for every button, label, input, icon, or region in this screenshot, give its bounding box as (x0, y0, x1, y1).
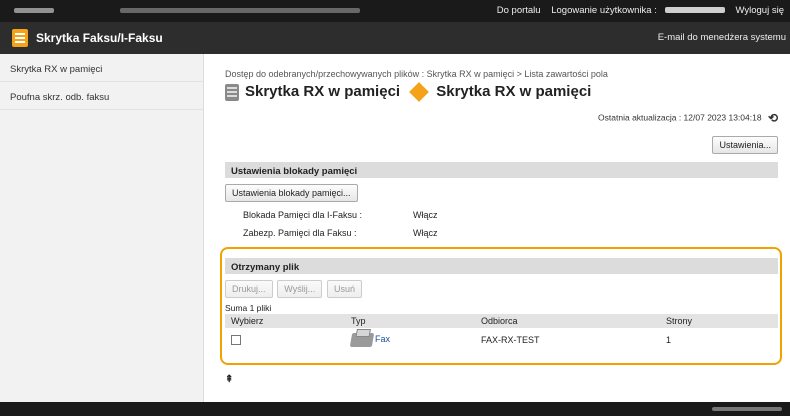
title-bar: Skrytka Faksu/I-Faksu E-mail do menedżer… (0, 22, 790, 54)
last-update: Ostatnia aktualizacja : 12/07 2023 13:04… (598, 111, 778, 125)
column-header-recipient: Odbiorca (475, 314, 660, 328)
table-header-row: Wybierz Typ Odbiorca Strony (225, 314, 778, 328)
type-cell: Fax (345, 328, 475, 352)
file-count: Suma 1 pliki (225, 303, 272, 313)
portal-link[interactable]: Do portalu (497, 5, 541, 16)
memory-lock-section: Ustawienia blokady pamięci Ustawienia bl… (225, 162, 778, 238)
settings-button[interactable]: Ustawienia... (712, 136, 778, 154)
brand-logo (14, 8, 54, 13)
select-checkbox[interactable] (231, 335, 241, 346)
fax-icon (349, 333, 375, 347)
footer (0, 402, 790, 416)
sidebar-item-confidential-fax-inbox[interactable]: Poufna skrz. odb. faksu (0, 82, 203, 110)
inbox-icon (409, 82, 430, 102)
page-title-subtext: Skrytka RX w pamięci (436, 83, 592, 100)
lock-row-value: Włącz (413, 228, 438, 238)
sidebar-item-memory-rx-inbox[interactable]: Skrytka RX w pamięci (0, 54, 203, 82)
select-cell (225, 328, 345, 352)
username (664, 7, 725, 14)
sidebar-item-label: Skrytka RX w pamięci (10, 64, 103, 75)
login-user-label: Logowanie użytkownika : (551, 5, 657, 16)
file-action-buttons: Drukuj... Wyślij... Usuń (225, 280, 778, 298)
top-bar: Do portalu Logowanie użytkownika : Wylog… (0, 0, 790, 22)
lock-row-label: Zabezp. Pamięci dla Faksu : (243, 228, 357, 238)
table-row: Fax FAX-RX-TEST 1 (225, 328, 778, 352)
copyright (712, 407, 782, 411)
logout-link[interactable]: Wyloguj się (736, 5, 785, 16)
section-header: Ustawienia blokady pamięci (225, 162, 778, 178)
main-content: Dostęp do odebranych/przechowywanych pli… (205, 54, 790, 402)
memory-lock-settings-button[interactable]: Ustawienia blokady pamięci... (225, 184, 358, 202)
last-update-text: Ostatnia aktualizacja : 12/07 2023 13:04… (598, 112, 762, 123)
lock-row-label: Blokada Pamięci dla I-Faksu : (243, 210, 363, 220)
page-title: Skrytka RX w pamięci Skrytka RX w pamięc… (225, 82, 592, 105)
page-title-text: Skrytka RX w pamięci (245, 83, 401, 100)
breadcrumb: Dostęp do odebranych/przechowywanych pli… (225, 69, 608, 79)
scroll-to-top-icon[interactable]: ⇞ (225, 374, 233, 385)
section-header: Otrzymany plik (225, 258, 778, 274)
sidebar-item-label: Poufna skrz. odb. faksu (10, 92, 110, 103)
device-name (120, 8, 360, 13)
column-header-type: Typ (345, 314, 475, 328)
memory-box-icon (225, 83, 239, 101)
sidebar: Skrytka RX w pamięci Poufna skrz. odb. f… (0, 54, 204, 402)
received-file-section: Otrzymany plik Drukuj... Wyślij... Usuń … (225, 258, 778, 352)
refresh-icon[interactable]: ⟲ (768, 111, 778, 125)
delete-button[interactable]: Usuń (327, 280, 363, 298)
fax-file-link[interactable]: Fax (375, 334, 390, 344)
admin-mail-link[interactable]: E-mail do menedżera systemu (658, 32, 786, 43)
file-table: Wybierz Typ Odbiorca Strony Fax FAX-RX-T… (225, 314, 778, 352)
print-button[interactable]: Drukuj... (225, 280, 273, 298)
lock-row-fax: Zabezp. Pamięci dla Faksu : Włącz (243, 228, 778, 238)
app-title: Skrytka Faksu/I-Faksu (36, 31, 163, 45)
lock-row-ifax: Blokada Pamięci dla I-Faksu : Włącz (243, 210, 778, 220)
lock-row-value: Włącz (413, 210, 438, 220)
header-links: Do portalu Logowanie użytkownika : Wylog… (489, 5, 784, 16)
column-header-select: Wybierz (225, 314, 345, 328)
column-header-pages: Strony (660, 314, 778, 328)
fax-box-icon (12, 29, 28, 47)
pages-cell: 1 (666, 335, 672, 345)
recipient-cell: FAX-RX-TEST (481, 335, 540, 345)
send-button[interactable]: Wyślij... (277, 280, 323, 298)
